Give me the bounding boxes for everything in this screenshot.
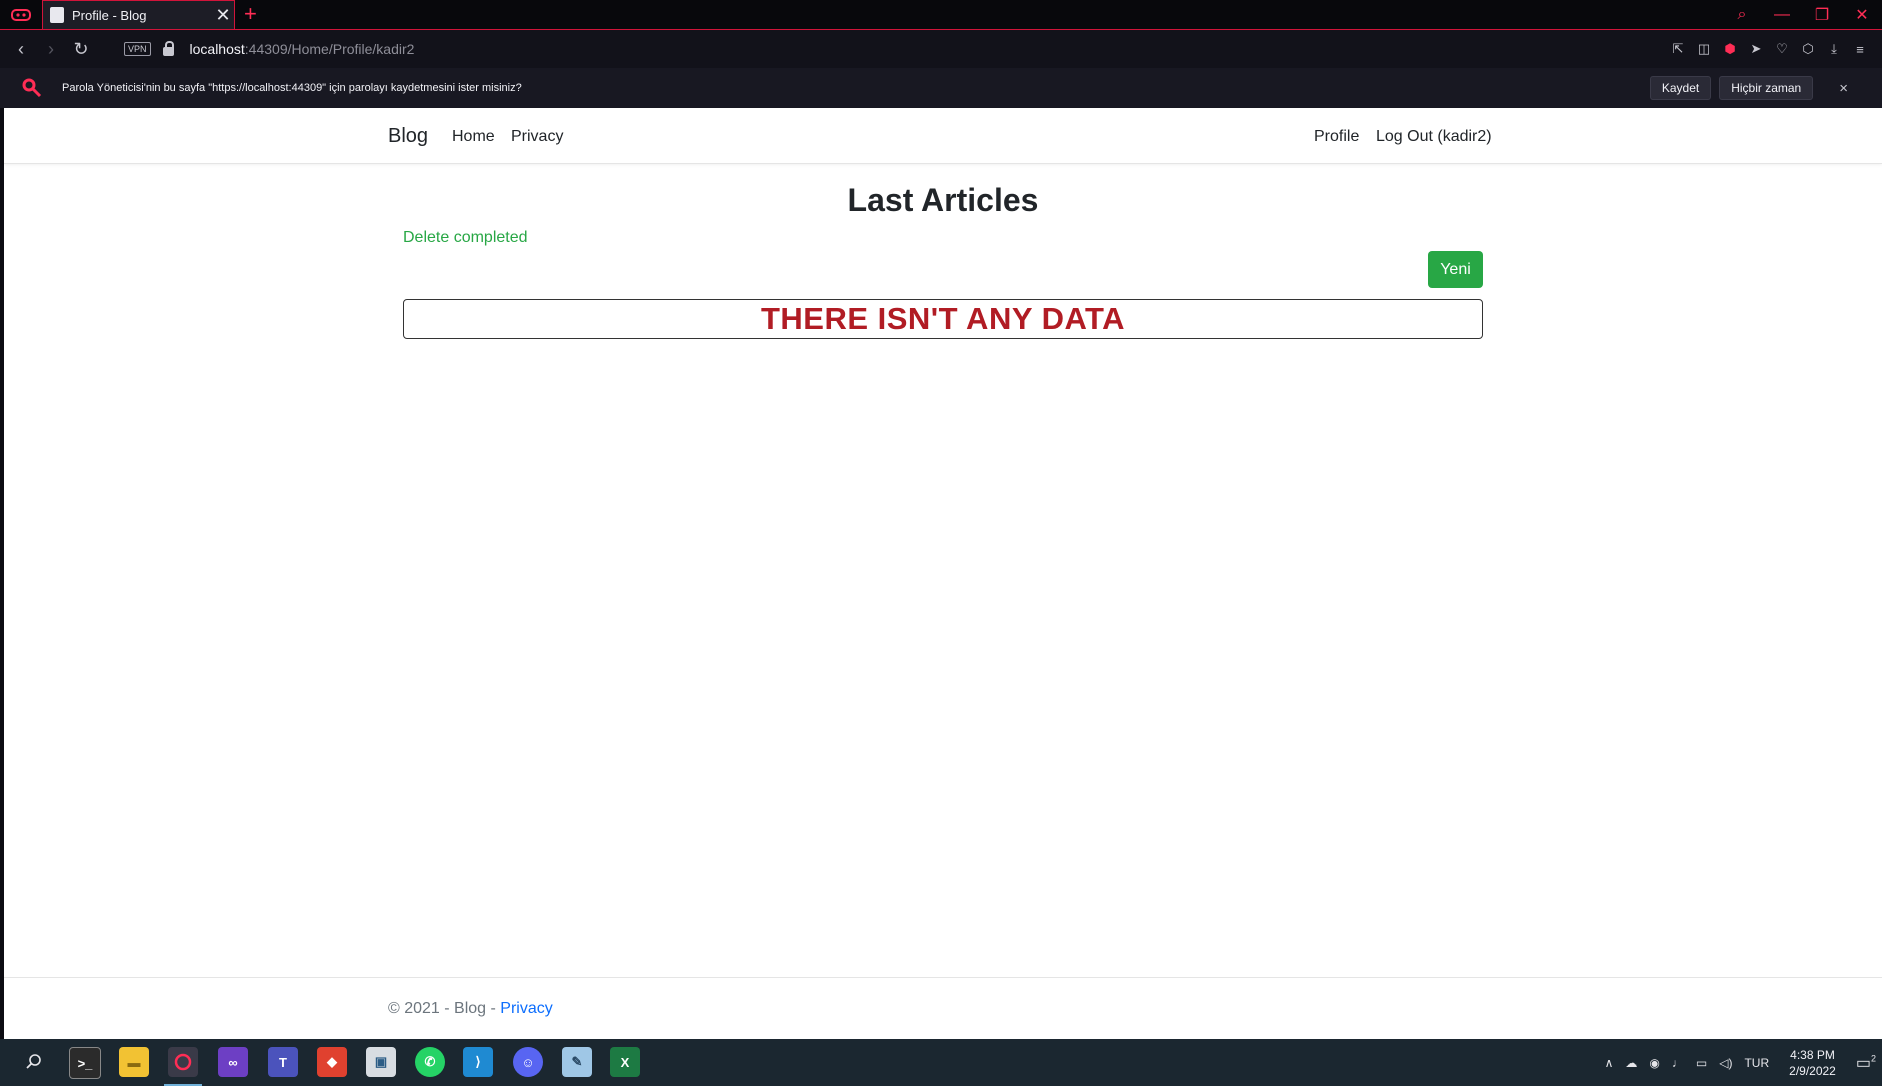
new-article-button[interactable]: Yeni bbox=[1428, 251, 1483, 288]
window-close-icon[interactable]: ✕ bbox=[1842, 5, 1882, 25]
empty-state-message: THERE ISN'T ANY DATA bbox=[760, 301, 1126, 336]
network-icon[interactable]: ▭ bbox=[1696, 1056, 1707, 1070]
windows-taskbar: >_ ▬ ∞ T ◆ ▣ ✆ ⟩ ☺ ✎ X ∧ ☁ ◉ ♩ ▭ ◁) TUR … bbox=[0, 1039, 1882, 1086]
minimize-icon[interactable]: — bbox=[1762, 6, 1802, 24]
snapshot-icon[interactable]: ◫ bbox=[1696, 41, 1712, 57]
url-host: localhost bbox=[189, 41, 245, 57]
git-client-icon[interactable]: ◆ bbox=[317, 1047, 347, 1077]
clock-time: 4:38 PM bbox=[1790, 1047, 1835, 1062]
footer-privacy-link[interactable]: Privacy bbox=[500, 1000, 552, 1017]
teams-icon[interactable]: T bbox=[268, 1047, 298, 1077]
address-bar: ‹ › ↻ VPN localhost:44309/Home/Profile/k… bbox=[0, 30, 1882, 68]
search-icon[interactable] bbox=[19, 1047, 49, 1077]
clock-date: 2/9/2022 bbox=[1789, 1063, 1836, 1078]
adblock-shield-icon[interactable]: ⬢ bbox=[1722, 41, 1738, 57]
password-bar-close-icon[interactable]: × bbox=[1839, 80, 1848, 97]
file-explorer-icon[interactable]: ▬ bbox=[119, 1047, 149, 1077]
send-icon[interactable]: ➤ bbox=[1748, 41, 1764, 57]
camera-icon[interactable]: ◉ bbox=[1649, 1056, 1659, 1070]
password-prompt-actions: Kaydet Hiçbir zaman × bbox=[1649, 76, 1848, 100]
search-tabs-icon[interactable]: ⌕ bbox=[1722, 6, 1762, 24]
whatsapp-icon[interactable]: ✆ bbox=[415, 1047, 445, 1077]
footer-copyright: © 2021 - Blog - Privacy bbox=[388, 1000, 553, 1018]
url-path: :44309/Home/Profile/kadir2 bbox=[244, 41, 415, 57]
page-viewport: Blog Home Privacy Profile Log Out (kadir… bbox=[4, 108, 1882, 1039]
never-save-button[interactable]: Hiçbir zaman bbox=[1719, 76, 1814, 100]
new-tab-button[interactable]: + bbox=[244, 3, 257, 25]
window-controls: ⌕ — ❐ ✕ bbox=[1722, 0, 1882, 29]
vscode-icon[interactable]: ⟩ bbox=[463, 1047, 493, 1077]
empty-state-box: THERE ISN'T ANY DATA bbox=[403, 299, 1483, 339]
system-tray: ∧ ☁ ◉ ♩ ▭ ◁) TUR 4:38 PM 2/9/2022 ▭2 bbox=[1599, 1039, 1882, 1086]
restore-icon[interactable]: ❐ bbox=[1802, 5, 1842, 25]
heart-icon[interactable]: ♡ bbox=[1774, 41, 1790, 57]
clock[interactable]: 4:38 PM 2/9/2022 bbox=[1789, 1047, 1836, 1079]
brand-link[interactable]: Blog bbox=[388, 125, 428, 148]
onedrive-icon[interactable]: ☁ bbox=[1625, 1056, 1637, 1070]
volume-icon[interactable]: ◁) bbox=[1719, 1056, 1732, 1070]
lock-icon[interactable] bbox=[162, 40, 174, 56]
key-icon bbox=[22, 78, 42, 98]
nav-logout-link[interactable]: Log Out (kadir2) bbox=[1376, 128, 1492, 146]
download-icon[interactable]: ⤓ bbox=[1826, 41, 1842, 57]
notification-count: 2 bbox=[1870, 1053, 1876, 1064]
password-save-bar: Parola Yöneticisi'nin bu sayfa "https://… bbox=[0, 68, 1882, 108]
nav-privacy-link[interactable]: Privacy bbox=[511, 128, 563, 146]
back-icon[interactable]: ‹ bbox=[8, 39, 34, 60]
tab-close-icon[interactable]: ✕ bbox=[212, 1, 234, 30]
opera-gx-icon[interactable] bbox=[168, 1047, 198, 1077]
excel-icon[interactable]: X bbox=[610, 1047, 640, 1077]
site-navbar: Blog Home Privacy Profile Log Out (kadir… bbox=[4, 108, 1882, 164]
notepad-icon[interactable]: ✎ bbox=[562, 1047, 592, 1077]
terminal-icon[interactable]: >_ bbox=[69, 1047, 101, 1079]
status-message: Delete completed bbox=[403, 229, 528, 246]
opera-gx-logo-icon[interactable] bbox=[8, 5, 34, 25]
url-field[interactable]: localhost:44309/Home/Profile/kadir2 bbox=[190, 41, 415, 57]
password-prompt-message: Parola Yöneticisi'nin bu sayfa "https://… bbox=[62, 82, 522, 94]
tab-profile-blog[interactable]: Profile - Blog ✕ bbox=[42, 0, 235, 29]
discord-icon[interactable]: ☺ bbox=[513, 1047, 543, 1077]
nav-profile-link[interactable]: Profile bbox=[1314, 128, 1359, 146]
tray-overflow-icon[interactable]: ∧ bbox=[1605, 1056, 1614, 1070]
cube-icon[interactable]: ⬡ bbox=[1800, 41, 1816, 57]
forward-icon[interactable]: › bbox=[38, 39, 64, 60]
tab-title: Profile - Blog bbox=[72, 7, 147, 23]
notification-center-icon[interactable]: ▭2 bbox=[1856, 1053, 1876, 1073]
share-icon[interactable]: ⇱ bbox=[1670, 41, 1686, 57]
footer-text: © 2021 - Blog - bbox=[388, 1000, 501, 1017]
page-title: Last Articles bbox=[847, 182, 1039, 218]
save-password-button[interactable]: Kaydet bbox=[1649, 76, 1712, 100]
site-footer: © 2021 - Blog - Privacy bbox=[4, 977, 1882, 1040]
page-favicon-icon bbox=[50, 7, 64, 23]
visual-studio-icon[interactable]: ∞ bbox=[218, 1047, 248, 1077]
reload-icon[interactable]: ↻ bbox=[68, 39, 94, 60]
language-indicator[interactable]: TUR bbox=[1744, 1056, 1769, 1070]
microphone-icon[interactable]: ♩ bbox=[1672, 1056, 1684, 1070]
nav-home-link[interactable]: Home bbox=[452, 128, 495, 146]
vpn-badge[interactable]: VPN bbox=[124, 42, 151, 56]
image-viewer-icon[interactable]: ▣ bbox=[366, 1047, 396, 1077]
tab-strip: Profile - Blog ✕ + ⌕ — ❐ ✕ bbox=[0, 0, 1882, 30]
menu-icon[interactable]: ≡ bbox=[1852, 41, 1868, 57]
toolbar-icons: ⇱ ◫ ⬢ ➤ ♡ ⬡ ⤓ ≡ bbox=[1670, 30, 1868, 68]
